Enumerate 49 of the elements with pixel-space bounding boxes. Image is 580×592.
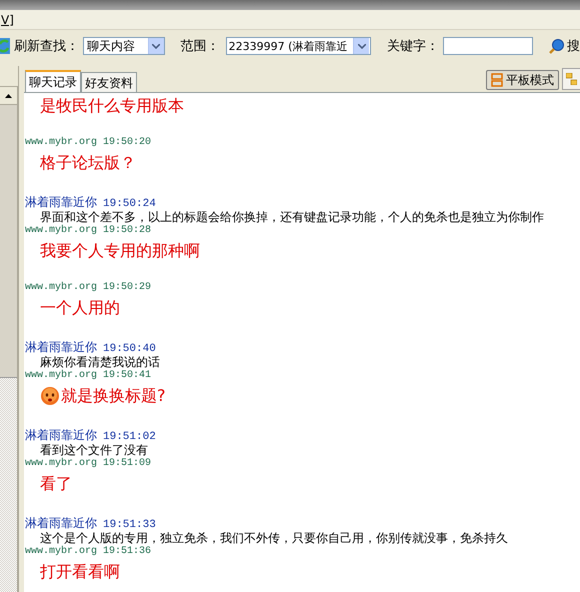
search-button[interactable]: 搜 xyxy=(549,37,580,55)
message-text: 看到这个文件了没有 xyxy=(40,442,148,458)
message-text: 格子论坛版？ xyxy=(40,152,136,174)
message-time: 19:51:09 xyxy=(103,458,152,469)
refresh-label: 刷新查找： xyxy=(14,38,79,55)
message-time: 19:50:40 xyxy=(103,343,156,355)
keyword-field[interactable] xyxy=(443,37,534,55)
message-time: 19:50:24 xyxy=(103,198,156,210)
message-time: 19:50:29 xyxy=(103,282,152,293)
message-time: 19:51:36 xyxy=(103,546,152,557)
view-mode-button[interactable]: 平板模式 xyxy=(486,70,559,90)
message-time: 19:50:41 xyxy=(103,370,152,381)
range-label: 范围： xyxy=(180,38,220,55)
message-text: 打开看看啊 xyxy=(40,562,120,582)
scrollbar[interactable] xyxy=(0,86,18,592)
message-text: 一个人用的 xyxy=(40,298,120,318)
keyword-label: 关键字： xyxy=(387,38,440,55)
sender-name: www.mybr.org xyxy=(25,282,98,293)
sender-name: www.mybr.org xyxy=(25,458,98,469)
folder-tree-icon xyxy=(566,73,577,85)
message-text: 我要个人专用的那种啊 xyxy=(40,240,200,262)
sender-name: 淋着雨靠近你 xyxy=(25,515,97,532)
sender-name: www.mybr.org xyxy=(25,370,98,381)
message-text: 麻烦你看清楚我说的话 xyxy=(40,354,160,370)
tree-view-button[interactable] xyxy=(562,68,580,90)
rows-icon xyxy=(491,73,503,87)
content-dropdown[interactable]: 聊天内容 xyxy=(82,37,165,55)
message-text: 就是换换标题? xyxy=(61,386,166,406)
emoticon-icon xyxy=(40,386,60,406)
sender-name: 淋着雨靠近你 xyxy=(25,194,97,211)
scroll-up-arrow-icon[interactable] xyxy=(5,94,12,98)
message-time: 19:50:28 xyxy=(103,225,152,236)
message-time: 19:50:20 xyxy=(103,137,152,148)
range-dropdown[interactable]: 22339997 (淋着雨靠近 xyxy=(226,37,372,55)
tab[interactable]: 好友资料 xyxy=(81,72,137,92)
sender-name: www.mybr.org xyxy=(25,546,98,557)
message-time: 19:51:02 xyxy=(103,431,156,443)
message-text: 这个是个人版的专用，独立免杀，我们不外传，只要你自己用，你别传就没事，免杀持久 xyxy=(40,530,508,546)
refresh-icon[interactable] xyxy=(0,37,10,55)
message-text: 是牧民什么专用版本 xyxy=(40,96,184,116)
sender-name: www.mybr.org xyxy=(25,137,98,148)
sender-name: 淋着雨靠近你 xyxy=(25,427,97,444)
tab[interactable]: 聊天记录 xyxy=(25,70,81,92)
sender-name: www.mybr.org xyxy=(25,225,98,236)
menu-item[interactable]: V] xyxy=(1,12,14,26)
message-text: 看了 xyxy=(40,474,72,494)
message-time: 19:51:33 xyxy=(103,519,156,531)
sender-name: 淋着雨靠近你 xyxy=(25,339,97,356)
message-text: 界面和这个差不多，以上的标题会给你换掉，还有键盘记录功能，个人的免杀也是独立为你制作 xyxy=(40,208,544,224)
